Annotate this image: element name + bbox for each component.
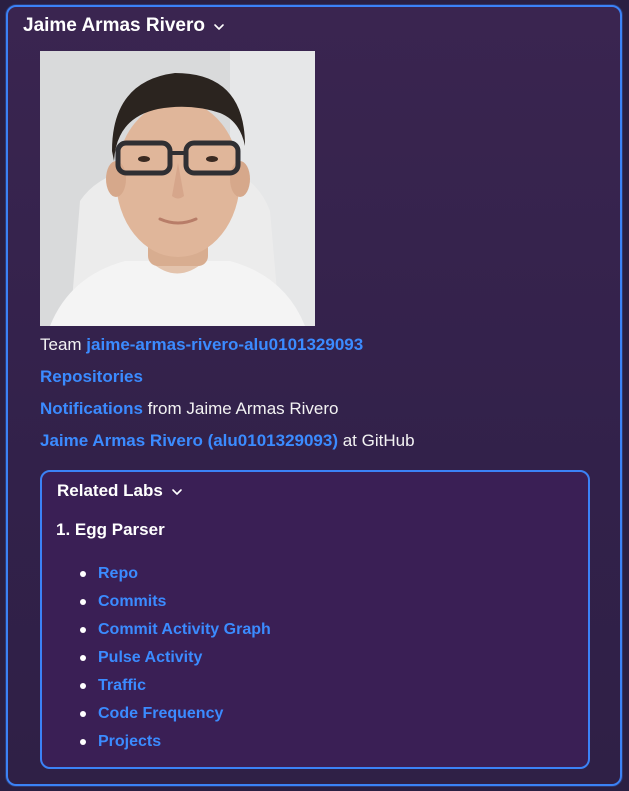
lab-links-list: Repo Commits Commit Activity Graph Pulse… [80,560,271,756]
notifications-link[interactable]: Notifications [40,399,143,418]
list-item: Repo [80,560,271,588]
related-labs-panel: Related Labs 1. Egg Parser Repo Commits … [40,470,590,769]
team-link[interactable]: jaime-armas-rivero-alu0101329093 [86,335,363,354]
student-photo [40,51,315,326]
list-item: Commit Activity Graph [80,616,271,644]
lab-link-commits[interactable]: Commits [98,593,166,610]
team-line: Team jaime-armas-rivero-alu0101329093 [40,334,363,356]
list-item: Pulse Activity [80,644,271,672]
bullet-icon [80,655,86,661]
list-item: Traffic [80,672,271,700]
lab-link-code-frequency[interactable]: Code Frequency [98,705,223,722]
bullet-icon [80,627,86,633]
list-item: Code Frequency [80,700,271,728]
lab-link-commit-activity-graph[interactable]: Commit Activity Graph [98,621,271,638]
bullet-icon [80,683,86,689]
list-item: Commits [80,588,271,616]
bullet-icon [80,739,86,745]
repositories-link[interactable]: Repositories [40,367,143,386]
bullet-icon [80,599,86,605]
lab-link-repo[interactable]: Repo [98,565,138,582]
related-labs-toggle[interactable]: Related Labs [57,481,183,501]
lab-link-traffic[interactable]: Traffic [98,677,146,694]
lab-number: 1. [56,520,71,539]
chevron-down-icon [172,489,182,495]
github-suffix: at GitHub [338,431,415,450]
notifications-suffix: from Jaime Armas Rivero [142,399,339,418]
lab-link-pulse-activity[interactable]: Pulse Activity [98,649,202,666]
notifications-line: Notifications from Jaime Armas Rivero [40,398,339,420]
bullet-icon [80,711,86,717]
team-prefix: Team [40,335,87,354]
student-name: Jaime Armas Rivero [23,15,206,36]
lab-link-projects[interactable]: Projects [98,733,161,750]
repositories-line: Repositories [40,366,143,388]
lab-name: Egg Parser [74,520,165,539]
student-card: Jaime Armas Rivero Team jaime-armas-rive… [6,5,622,786]
list-item: Projects [80,728,271,756]
github-profile-link[interactable]: Jaime Armas Rivero (alu0101329093) [40,431,338,450]
bullet-icon [80,571,86,577]
related-labs-title: Related Labs [57,481,163,500]
lab-heading: 1. Egg Parser [56,520,165,540]
chevron-down-icon [214,24,224,30]
student-name-toggle[interactable]: Jaime Armas Rivero [23,15,225,37]
github-line: Jaime Armas Rivero (alu0101329093) at Gi… [40,430,415,452]
